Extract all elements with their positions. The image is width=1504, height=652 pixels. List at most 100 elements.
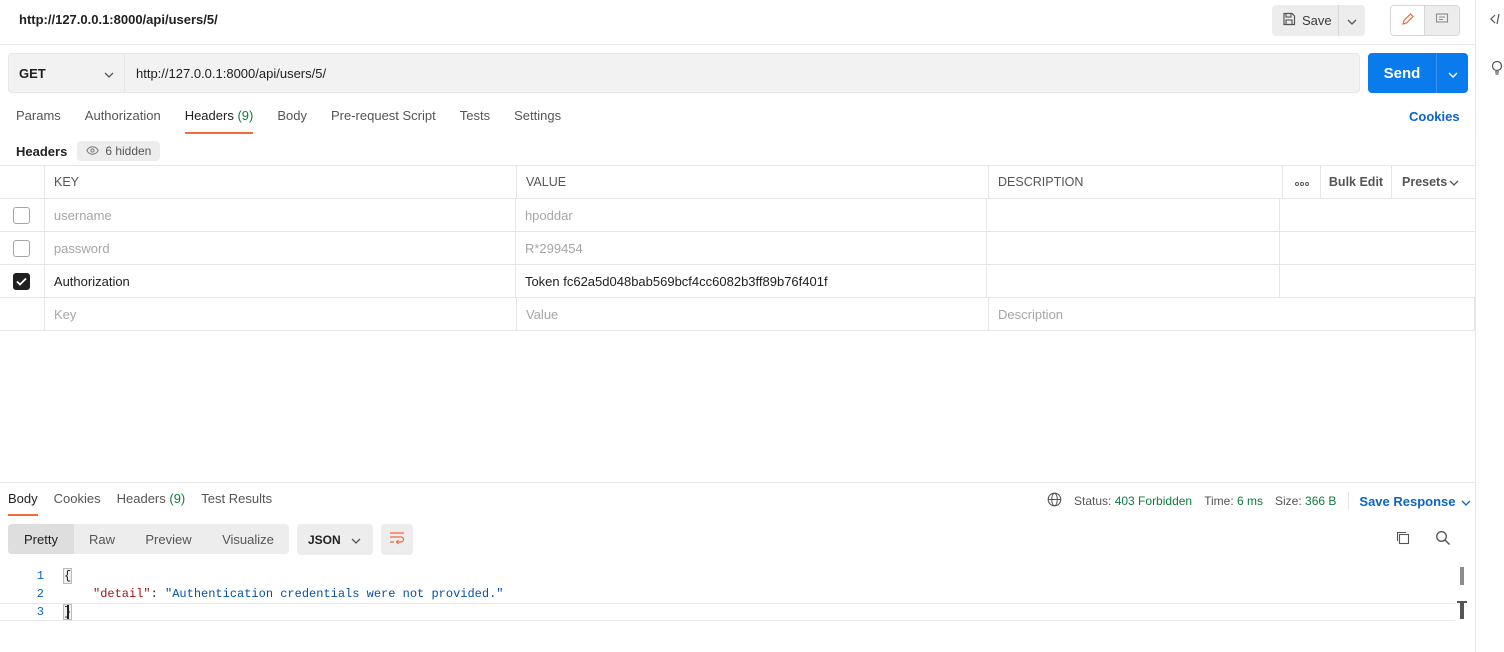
tab-prerequest-script[interactable]: Pre-request Script xyxy=(331,108,436,134)
save-response-label: Save Response xyxy=(1359,493,1456,509)
new-value-input[interactable]: Value xyxy=(517,298,989,330)
hidden-headers-count: 6 hidden xyxy=(105,144,152,158)
json-colon: : xyxy=(150,587,166,601)
size-label: Size: xyxy=(1275,494,1302,508)
new-key-input[interactable]: Key xyxy=(45,298,517,330)
tab-params[interactable]: Params xyxy=(16,108,61,134)
row-checkbox[interactable] xyxy=(13,239,31,257)
hidden-headers-toggle[interactable]: 6 hidden xyxy=(77,141,161,161)
edit-mode-button[interactable] xyxy=(1391,6,1425,35)
row-key[interactable]: password xyxy=(45,232,516,264)
row-description[interactable] xyxy=(987,265,1281,297)
code-snippet-icon[interactable] xyxy=(1490,12,1504,26)
more-options-button[interactable] xyxy=(1283,166,1321,198)
view-preview-button[interactable]: Preview xyxy=(130,524,207,554)
wrap-lines-icon xyxy=(389,531,405,548)
floppy-disk-icon xyxy=(1282,12,1296,29)
code-line: 2 "detail": "Authentication credentials … xyxy=(0,585,1467,603)
size-value: 366 B xyxy=(1305,494,1337,508)
editor-scrollbar[interactable] xyxy=(1455,567,1467,621)
code-line: 1 { xyxy=(0,567,1467,585)
method-select[interactable]: GET xyxy=(9,54,125,92)
table-row: Authorization Token fc62a5d048bab569bcf4… xyxy=(0,265,1475,298)
row-checkbox-cell xyxy=(0,265,45,297)
row-value[interactable]: R*299454 xyxy=(516,232,987,264)
row-checkbox-cell xyxy=(0,298,45,330)
open-brace: { xyxy=(62,568,73,584)
url-input[interactable] xyxy=(125,54,1359,92)
comments-mode-button[interactable] xyxy=(1425,6,1459,35)
editor-mode-toggle xyxy=(1390,5,1460,36)
comment-icon xyxy=(1435,12,1449,29)
tab-authorization[interactable]: Authorization xyxy=(85,108,161,134)
save-response-button[interactable]: Save Response xyxy=(1359,494,1470,509)
tab-tests[interactable]: Tests xyxy=(460,108,490,134)
globe-icon[interactable] xyxy=(1047,492,1062,510)
row-spacer xyxy=(1280,232,1475,264)
response-format-select[interactable]: JSON xyxy=(297,524,373,555)
tab-settings[interactable]: Settings xyxy=(514,108,561,134)
view-raw-button[interactable]: Raw xyxy=(74,524,130,554)
word-wrap-button[interactable] xyxy=(381,524,413,555)
chevron-down-icon xyxy=(1461,494,1471,509)
row-checkbox-cell xyxy=(0,232,45,264)
row-spacer xyxy=(1280,265,1475,297)
json-value: "Authentication credentials were not pro… xyxy=(165,587,504,601)
row-key[interactable]: Authorization xyxy=(45,265,516,297)
new-description-input[interactable]: Description xyxy=(989,298,1475,330)
response-tab-headers-label: Headers xyxy=(116,491,166,506)
save-button[interactable]: Save xyxy=(1272,5,1338,36)
line-number: 2 xyxy=(36,587,44,601)
copy-icon xyxy=(1395,531,1411,549)
view-pretty-button[interactable]: Pretty xyxy=(8,524,74,554)
save-label: Save xyxy=(1302,13,1332,28)
search-response-button[interactable] xyxy=(1435,530,1451,549)
send-button[interactable]: Send xyxy=(1368,53,1436,93)
text-cursor xyxy=(67,605,70,619)
row-description[interactable] xyxy=(987,199,1281,231)
tab-headers[interactable]: Headers (9) xyxy=(184,108,253,134)
send-button-group: Send xyxy=(1368,53,1468,93)
row-description[interactable] xyxy=(987,232,1281,264)
response-tab-test-results[interactable]: Test Results xyxy=(201,491,272,516)
row-key[interactable]: username xyxy=(45,199,516,231)
send-options-button[interactable] xyxy=(1436,53,1468,93)
headers-section-label: Headers xyxy=(16,143,68,159)
response-code-editor[interactable]: 1 { 2 "detail": "Authentication credenti… xyxy=(0,567,1467,621)
table-row: password R*299454 xyxy=(0,232,1475,265)
scrollbar-thumb[interactable] xyxy=(1457,601,1467,619)
column-key: KEY xyxy=(45,166,517,198)
tab-headers-label: Headers xyxy=(184,108,234,123)
table-row: username hpoddar xyxy=(0,199,1475,232)
header-checkbox-column xyxy=(0,166,45,198)
time-label: Time: xyxy=(1204,494,1234,508)
copy-response-button[interactable] xyxy=(1395,530,1411,549)
response-tab-headers[interactable]: Headers (9) xyxy=(117,491,186,516)
format-label: JSON xyxy=(308,532,341,547)
row-value[interactable]: hpoddar xyxy=(516,199,987,231)
row-checkbox-checked[interactable] xyxy=(13,272,31,290)
row-value[interactable]: Token fc62a5d048bab569bcf4cc6082b3ff89b7… xyxy=(516,265,987,297)
eye-icon xyxy=(86,144,100,158)
response-view-toggle: Pretty Raw Preview Visualize xyxy=(8,524,289,554)
save-options-button[interactable] xyxy=(1338,5,1365,36)
presets-dropdown[interactable]: Presets xyxy=(1392,166,1475,198)
request-title[interactable]: http://127.0.0.1:8000/api/users/5/ xyxy=(19,12,218,27)
response-time[interactable]: Time: 6 ms xyxy=(1204,494,1263,508)
save-button-group: Save xyxy=(1272,5,1365,36)
response-tab-body[interactable]: Body xyxy=(8,491,38,516)
table-header-row: KEY VALUE DESCRIPTION Bulk Edit Presets xyxy=(0,166,1475,199)
presets-label: Presets xyxy=(1402,175,1448,189)
view-visualize-button[interactable]: Visualize xyxy=(207,524,289,554)
lightbulb-icon[interactable] xyxy=(1490,60,1504,76)
row-checkbox[interactable] xyxy=(13,206,31,224)
response-tab-headers-count: (9) xyxy=(169,491,186,506)
chevron-down-icon xyxy=(1347,13,1357,28)
response-status[interactable]: Status: 403 Forbidden xyxy=(1074,494,1192,508)
tab-body[interactable]: Body xyxy=(277,108,307,134)
response-tab-cookies[interactable]: Cookies xyxy=(54,491,101,516)
bulk-edit-button[interactable]: Bulk Edit xyxy=(1321,166,1392,198)
cookies-link[interactable]: Cookies xyxy=(1409,109,1460,124)
chevron-down-icon xyxy=(104,66,114,81)
response-size[interactable]: Size: 366 B xyxy=(1275,494,1336,508)
